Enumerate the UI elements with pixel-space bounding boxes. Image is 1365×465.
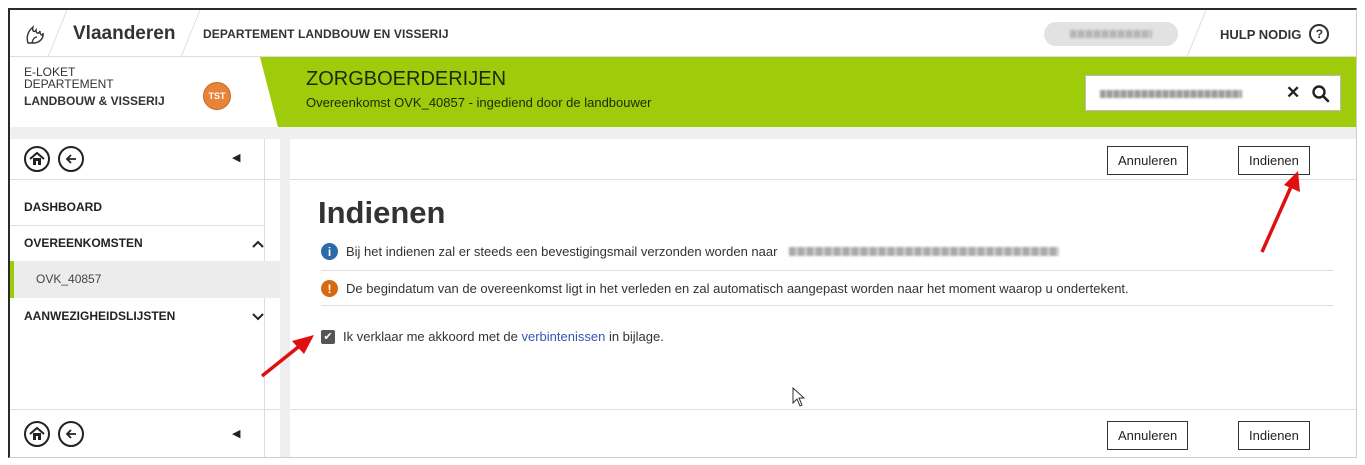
app-window: Vlaanderen DEPARTEMENT LANDBOUW EN VISSE… (8, 8, 1357, 458)
environment-badge: TST (203, 82, 231, 110)
redacted-email (789, 247, 1060, 256)
redacted-search-value (1100, 90, 1242, 98)
collapse-sidebar-icon[interactable]: ◀ (232, 151, 240, 164)
divider (290, 409, 1356, 410)
divider (180, 10, 201, 57)
home-icon[interactable] (24, 421, 50, 447)
agreement-checkbox[interactable]: ✔ (321, 329, 335, 344)
info-message-text: Bij het indienen zal er steeds een beves… (346, 244, 778, 259)
chevron-down-icon (252, 298, 264, 334)
warning-message-text: De begindatum van de overeenkomst ligt i… (346, 281, 1129, 296)
submit-button[interactable]: Indienen (1238, 146, 1310, 175)
sidebar-item-overeenkomsten[interactable]: OVEREENKOMSTEN (10, 225, 264, 261)
clear-icon[interactable]: ✕ (1286, 83, 1300, 103)
question-circle-icon: ? (1309, 24, 1330, 44)
sidebar-item-dashboard[interactable]: DASHBOARD (10, 189, 264, 225)
portal-logo[interactable]: E-LOKET DEPARTEMENT LANDBOUW & VISSERIJ … (10, 57, 278, 127)
app-title: ZORGBOERDERIJEN (306, 68, 507, 90)
portal-line-2: DEPARTEMENT (24, 77, 114, 91)
divider (10, 179, 280, 180)
sidebar: ◀ DASHBOARD OVEREENKOMSTEN OVK_40857 AAN… (10, 139, 280, 457)
search-input[interactable]: ✕ (1085, 75, 1341, 111)
sidebar-item-ovk-40857[interactable]: OVK_40857 (10, 261, 280, 298)
search-icon[interactable] (1311, 84, 1331, 104)
portal-line-3: LANDBOUW & VISSERIJ (24, 94, 165, 108)
warning-message: ! De begindatum van de overeenkomst ligt… (321, 280, 1129, 297)
agreement-text-after: in bijlage. (608, 329, 664, 344)
info-icon: i (321, 243, 338, 260)
divider (290, 179, 1356, 180)
cancel-button[interactable]: Annuleren (1107, 146, 1189, 175)
cancel-button[interactable]: Annuleren (1107, 421, 1189, 450)
brand-link[interactable]: Vlaanderen (73, 23, 175, 45)
chevron-up-icon (252, 225, 264, 261)
main-panel: Annuleren Indienen Indienen i Bij het in… (290, 139, 1356, 457)
top-bar: Vlaanderen DEPARTEMENT LANDBOUW EN VISSE… (10, 10, 1356, 57)
mouse-cursor-icon (792, 387, 806, 407)
back-arrow-icon[interactable] (58, 421, 84, 447)
sidebar-nav-icons (24, 146, 84, 172)
verbintenissen-link[interactable]: verbintenissen (521, 329, 605, 344)
divider (321, 305, 1333, 306)
collapse-sidebar-icon[interactable]: ◀ (232, 427, 240, 440)
sidebar-item-aanwezigheidslijsten[interactable]: AANWEZIGHEIDSLIJSTEN (10, 298, 264, 334)
department-link[interactable]: DEPARTEMENT LANDBOUW EN VISSERIJ (203, 27, 449, 41)
agreement-checkbox-row[interactable]: ✔ Ik verklaar me akkoord met de verbinte… (321, 329, 664, 344)
back-arrow-icon[interactable] (58, 146, 84, 172)
agreement-text-before: Ik verklaar me akkoord met de (343, 329, 518, 344)
divider (10, 409, 280, 410)
agreement-text: Ik verklaar me akkoord met de verbinteni… (343, 329, 664, 344)
help-button[interactable]: HULP NODIG ? (1220, 24, 1330, 44)
warning-icon: ! (321, 280, 338, 297)
home-icon[interactable] (24, 146, 50, 172)
info-message: i Bij het indienen zal er steeds een bev… (321, 243, 1060, 260)
sidebar-item-label: OVEREENKOMSTEN (24, 236, 143, 250)
flanders-lion-logo (26, 25, 44, 44)
sidebar-bottom-icons (24, 421, 84, 447)
redacted-username (1070, 30, 1152, 38)
sidebar-item-label: DASHBOARD (24, 200, 102, 214)
help-label: HULP NODIG (1220, 26, 1302, 42)
sidebar-divider (264, 139, 265, 457)
page-title: Indienen (318, 195, 446, 230)
divider (321, 270, 1333, 271)
sidebar-item-label: OVK_40857 (36, 272, 102, 286)
submit-button[interactable]: Indienen (1238, 421, 1310, 450)
divider (47, 10, 68, 57)
app-subtitle: Overeenkomst OVK_40857 - ingediend door … (306, 95, 652, 110)
user-profile-button[interactable] (1044, 22, 1178, 46)
sidebar-item-label: AANWEZIGHEIDSLIJSTEN (24, 309, 176, 323)
divider (1186, 10, 1207, 57)
